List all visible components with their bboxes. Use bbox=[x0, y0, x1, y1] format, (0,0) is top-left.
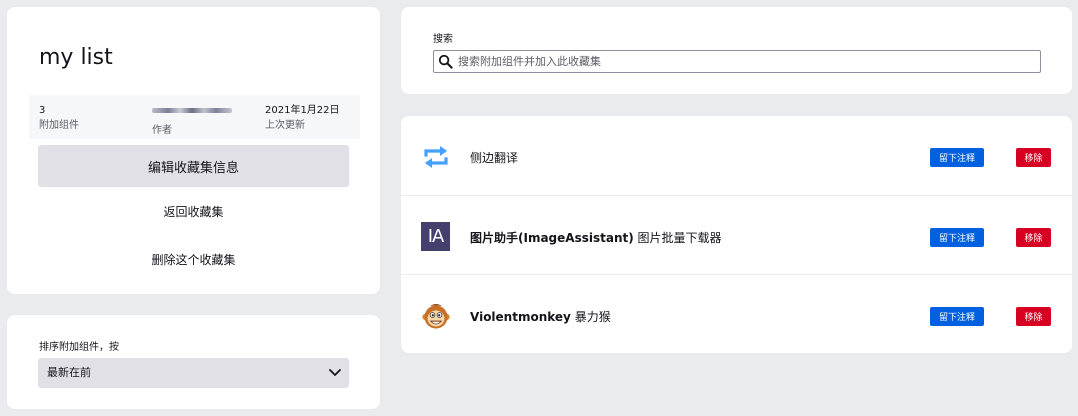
leave-note-button[interactable]: 留下注释 bbox=[930, 307, 984, 326]
addon-name[interactable]: Violentmonkey 暴力猴 bbox=[470, 308, 611, 325]
addon-name-rest: 暴力猴 bbox=[570, 310, 611, 324]
collection-title: my list bbox=[39, 45, 113, 70]
sort-card: 排序附加组件，按 最新在前 bbox=[7, 315, 380, 409]
remove-addon-button[interactable]: 移除 bbox=[1016, 228, 1051, 247]
sort-select[interactable]: 最新在前 bbox=[38, 358, 349, 388]
image-assistant-logo-icon: IA bbox=[421, 222, 450, 251]
addon-row: IA 图片助手(ImageAssistant) 图片批量下载器 留下注释 移除 bbox=[401, 195, 1072, 275]
addons-count-label: 附加组件 bbox=[39, 120, 79, 131]
search-input[interactable] bbox=[458, 52, 1028, 71]
search-card: 搜索 bbox=[401, 7, 1072, 94]
addons-count-value: 3 bbox=[39, 105, 46, 116]
last-updated-value: 2021年1月22日 bbox=[265, 105, 340, 116]
last-updated-meta: 2021年1月22日 上次更新 bbox=[265, 103, 340, 133]
author-label: 作者 bbox=[152, 125, 172, 136]
addon-name-bold: 图片助手(ImageAssistant) bbox=[470, 231, 634, 245]
collection-metadata: 3 附加组件 作者 2021年1月22日 上次更新 bbox=[29, 95, 360, 139]
swap-arrows-icon bbox=[424, 146, 448, 168]
search-icon bbox=[438, 54, 453, 69]
monkey-icon bbox=[422, 304, 450, 329]
addons-count-meta: 3 附加组件 bbox=[39, 103, 79, 133]
addon-list-card: 侧边翻译 留下注释 移除 IA 图片助手(ImageAssistant) 图片批… bbox=[401, 116, 1072, 353]
collection-info-card: my list 3 附加组件 作者 2021年1月22日 上次更新 编辑收藏集信… bbox=[7, 7, 380, 294]
remove-addon-button[interactable]: 移除 bbox=[1016, 307, 1051, 326]
delete-collection-link[interactable]: 删除这个收藏集 bbox=[38, 251, 349, 268]
edit-collection-button[interactable]: 编辑收藏集信息 bbox=[38, 145, 349, 187]
search-box[interactable] bbox=[433, 50, 1041, 73]
addon-name-rest: 图片批量下载器 bbox=[633, 231, 722, 245]
chevron-down-icon bbox=[329, 369, 341, 376]
back-to-collections-link[interactable]: 返回收藏集 bbox=[38, 203, 349, 220]
addon-name[interactable]: 侧边翻译 bbox=[470, 149, 518, 166]
author-name-redacted bbox=[152, 108, 232, 113]
leave-note-button[interactable]: 留下注释 bbox=[930, 228, 984, 247]
last-updated-label: 上次更新 bbox=[265, 120, 305, 131]
addon-row: 侧边翻译 留下注释 移除 bbox=[401, 116, 1072, 195]
addon-name[interactable]: 图片助手(ImageAssistant) 图片批量下载器 bbox=[470, 229, 722, 246]
author-meta: 作者 bbox=[152, 103, 232, 138]
sort-selected-value: 最新在前 bbox=[47, 366, 91, 379]
addon-name-bold: Violentmonkey bbox=[470, 310, 571, 324]
search-label: 搜索 bbox=[433, 34, 453, 45]
sort-label: 排序附加组件，按 bbox=[39, 342, 119, 353]
addon-row: Violentmonkey 暴力猴 留下注释 移除 bbox=[401, 274, 1072, 354]
leave-note-button[interactable]: 留下注释 bbox=[930, 148, 984, 167]
remove-addon-button[interactable]: 移除 bbox=[1016, 148, 1051, 167]
